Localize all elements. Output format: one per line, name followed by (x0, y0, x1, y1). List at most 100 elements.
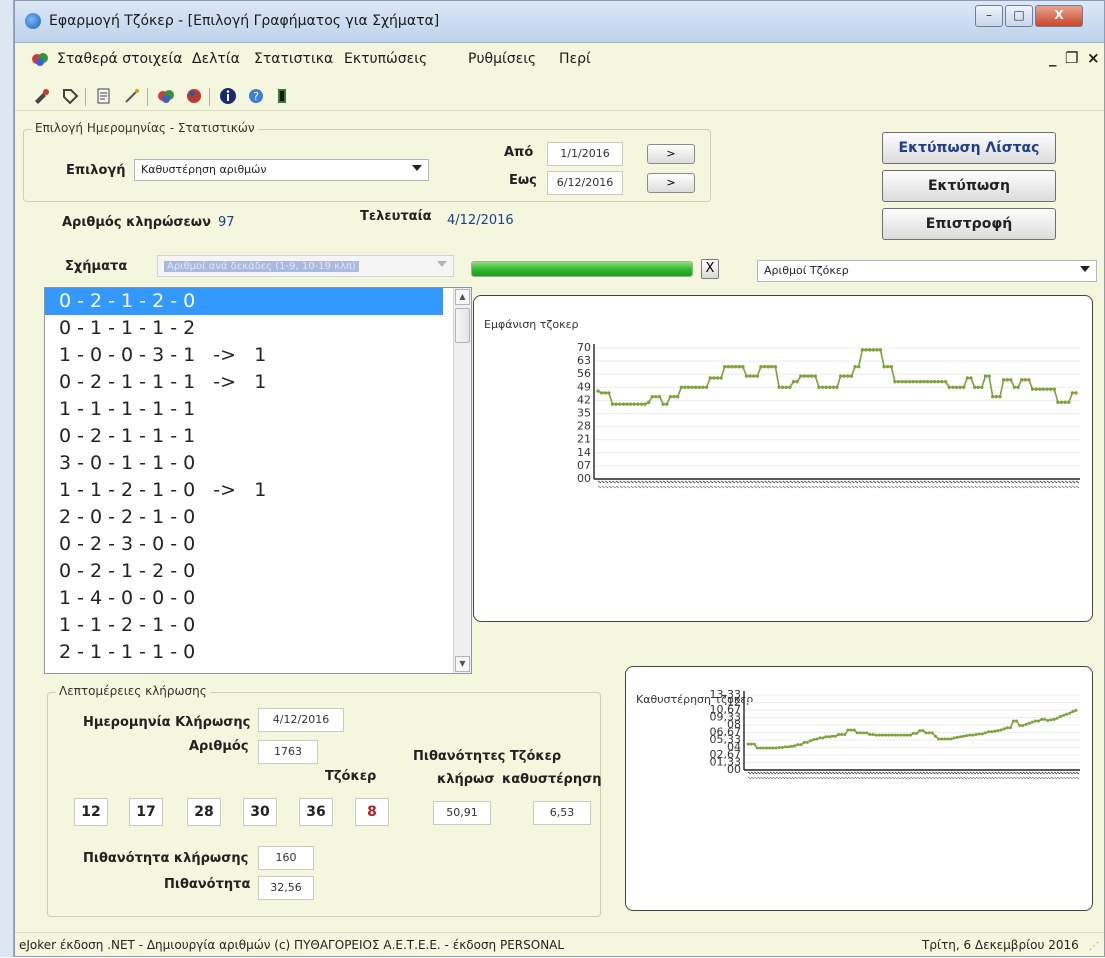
pattern-list-item[interactable]: 0 - 2 - 1 - 2 - 0 (45, 558, 443, 585)
draw-date-label: Ημερομηνία Κλήρωσης (83, 715, 251, 730)
x-tick-mark (880, 485, 884, 489)
print-button[interactable]: Εκτύπωση (882, 170, 1056, 202)
pattern-list-item[interactable]: 1 - 0 - 0 - 3 - 1 -> 1 (45, 342, 443, 369)
data-point (628, 402, 633, 406)
data-point (1038, 387, 1042, 391)
joker-icon[interactable] (157, 87, 175, 105)
back-button[interactable]: Επιστροφή (882, 208, 1056, 240)
x-tick-mark (872, 776, 877, 780)
print-list-button[interactable]: Εκτύπωση Λίστας (882, 132, 1056, 164)
draws-count-value: 97 (218, 215, 235, 230)
x-tick-mark (1057, 485, 1062, 489)
prob-delay-field[interactable]: 6,53 (533, 801, 591, 825)
data-point (921, 729, 925, 733)
data-point (618, 402, 622, 406)
joker-numbers-select[interactable]: Αριθμοί Τζόκερ (757, 260, 1097, 282)
data-point (999, 728, 1003, 732)
x-tick-mark (925, 771, 930, 775)
menu-fixed-data[interactable]: Σταθερά στοιχεία (57, 51, 182, 67)
x-tick-mark (789, 480, 794, 484)
x-tick-mark (970, 485, 975, 489)
patterns-scrollbar[interactable]: ▲ ▼ (453, 288, 471, 673)
scroll-up-arrow-icon[interactable]: ▲ (455, 289, 470, 305)
mdi-restore-button[interactable]: ❐ (1065, 49, 1078, 67)
data-point (846, 374, 850, 378)
x-tick-mark (804, 776, 808, 780)
data-point (853, 365, 857, 369)
x-tick-mark (928, 771, 933, 775)
draw-number-field[interactable]: 1763 (258, 740, 318, 764)
data-point (969, 376, 973, 380)
prob-draw-field[interactable]: 50,91 (433, 801, 491, 825)
data-point (813, 374, 817, 378)
pattern-list-item[interactable]: 0 - 2 - 1 - 2 - 0 (45, 288, 443, 315)
tools-icon[interactable] (33, 87, 51, 105)
draw-date-field[interactable]: 4/12/2016 (258, 708, 344, 732)
x-tick-mark (822, 485, 826, 489)
from-next-button[interactable]: > (647, 144, 695, 164)
menu-prints[interactable]: Εκτυπώσεις (344, 51, 427, 67)
x-tick-mark (1032, 771, 1036, 775)
pattern-list-item[interactable]: 1 - 1 - 1 - 1 - 1 (45, 396, 443, 423)
patterns-list[interactable]: 0 - 2 - 1 - 2 - 00 - 1 - 1 - 1 - 21 - 0 … (44, 287, 472, 674)
minimize-button[interactable]: – (975, 5, 1003, 27)
x-tick-mark (1053, 771, 1058, 775)
pattern-list-item[interactable]: 2 - 0 - 2 - 1 - 0 (45, 504, 443, 531)
x-tick-mark (882, 776, 886, 780)
wand-icon[interactable] (123, 87, 141, 105)
tag-icon[interactable] (61, 87, 79, 105)
pattern-list-item[interactable]: 3 - 0 - 1 - 1 - 0 (45, 450, 443, 477)
pattern-list-item[interactable]: 1 - 1 - 2 - 1 - 0 -> 1 (45, 477, 443, 504)
mdi-close-button[interactable]: × (1087, 49, 1100, 67)
prob-draw-label: κλήρωσ (437, 772, 495, 787)
pattern-list-item[interactable]: 0 - 1 - 1 - 1 - 2 (45, 315, 443, 342)
data-point (752, 742, 756, 746)
draw-probability-field[interactable]: 160 (258, 846, 314, 870)
data-point (815, 737, 819, 741)
data-point (918, 729, 922, 733)
chart-ball-icon[interactable] (185, 87, 203, 105)
scroll-down-arrow-icon[interactable]: ▼ (455, 656, 470, 672)
maximize-button[interactable]: □ (1005, 5, 1033, 27)
x-tick-mark (832, 771, 836, 775)
data-point (758, 746, 762, 750)
x-tick-mark (702, 480, 707, 484)
close-button[interactable]: X (1035, 5, 1083, 27)
help-icon[interactable]: ? (247, 87, 265, 105)
probability-field[interactable]: 32,56 (258, 876, 314, 900)
menu-settings[interactable]: Ρυθμίσεις (468, 51, 536, 67)
mdi-minimize-button[interactable]: _ (1049, 49, 1057, 67)
x-tick-mark (992, 480, 996, 484)
to-next-button[interactable]: > (647, 173, 695, 193)
data-point (965, 376, 970, 380)
cancel-x-button[interactable]: X (701, 259, 719, 279)
data-point (908, 733, 912, 737)
data-point (1067, 400, 1071, 404)
pattern-list-item[interactable]: 1 - 4 - 0 - 0 - 0 (45, 585, 443, 612)
pattern-list-item[interactable]: 0 - 2 - 3 - 0 - 0 (45, 531, 443, 558)
selection-select[interactable]: Καθυστέρηση αριθμών (134, 159, 429, 181)
x-tick-mark (944, 771, 949, 775)
x-tick-mark (659, 480, 663, 484)
exit-icon[interactable] (273, 87, 291, 105)
x-tick-mark (938, 776, 942, 780)
info-icon[interactable] (219, 87, 237, 105)
pattern-list-item[interactable]: 0 - 2 - 1 - 1 - 1 -> 1 (45, 369, 443, 396)
pattern-list-item[interactable]: 1 - 1 - 2 - 1 - 0 (45, 612, 443, 639)
x-tick-mark (1003, 776, 1008, 780)
menu-tickets[interactable]: Δελτία (192, 51, 240, 67)
data-point (768, 746, 772, 750)
menu-about[interactable]: Περί (559, 51, 591, 67)
joker-logo-icon[interactable] (31, 50, 49, 68)
from-date-field[interactable]: 1/1/2016 (547, 142, 623, 166)
data-point (828, 385, 832, 389)
pattern-list-item[interactable]: 2 - 1 - 1 - 1 - 0 (45, 639, 443, 666)
menu-statistics[interactable]: Στατιστικα (254, 51, 333, 67)
x-tick-mark (832, 776, 836, 780)
pattern-list-item[interactable]: 0 - 2 - 1 - 1 - 1 (45, 423, 443, 450)
notepad-icon[interactable] (95, 87, 113, 105)
data-point (887, 733, 891, 737)
scroll-thumb[interactable] (455, 308, 470, 343)
x-tick-mark (754, 771, 758, 775)
to-date-field[interactable]: 6/12/2016 (547, 171, 623, 195)
